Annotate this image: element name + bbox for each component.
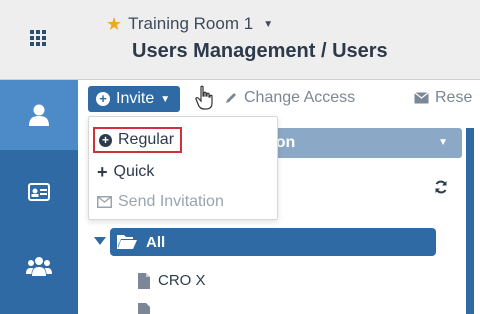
reset-button[interactable]: Rese bbox=[414, 89, 472, 107]
tree-root-all[interactable]: All bbox=[110, 228, 436, 256]
refresh-icon[interactable] bbox=[434, 180, 448, 194]
expand-caret-icon[interactable] bbox=[94, 237, 106, 245]
id-card-icon bbox=[28, 183, 50, 201]
invite-button[interactable]: + Invite ▼ bbox=[88, 86, 181, 112]
rail-item-id-card[interactable] bbox=[0, 162, 78, 222]
folder-open-icon bbox=[117, 235, 137, 249]
invite-label: Invite bbox=[116, 90, 155, 107]
plus-icon: + bbox=[97, 162, 108, 182]
app-launcher-area bbox=[0, 0, 78, 80]
app-grid-icon[interactable] bbox=[30, 30, 46, 46]
tree-root-label: All bbox=[146, 234, 166, 251]
invite-dropdown-menu: + Regular + Quick Send Invitation bbox=[88, 116, 278, 220]
menu-item-send-invitation[interactable]: Send Invitation bbox=[97, 193, 224, 211]
panel-border bbox=[466, 128, 474, 314]
envelope-icon bbox=[414, 92, 429, 104]
caret-down-icon: ▼ bbox=[160, 93, 171, 105]
rail-item-users[interactable] bbox=[0, 80, 78, 150]
users-group-icon bbox=[26, 257, 52, 276]
plus-circle-icon: + bbox=[96, 92, 110, 106]
tree-item-label: CRO X bbox=[158, 272, 206, 289]
reset-label: Rese bbox=[435, 89, 473, 106]
pencil-icon bbox=[226, 93, 236, 103]
file-icon bbox=[138, 303, 150, 314]
caret-down-icon: ▼ bbox=[263, 18, 274, 30]
page-header: ★ Training Room 1 ▼ Users Management / U… bbox=[78, 0, 480, 80]
menu-item-label: Send Invitation bbox=[118, 193, 224, 210]
tree-item[interactable]: CRO X bbox=[138, 272, 206, 289]
tree-item-partial[interactable] bbox=[138, 302, 150, 314]
hand-cursor-icon bbox=[195, 85, 213, 110]
star-icon: ★ bbox=[106, 14, 123, 34]
file-icon bbox=[138, 272, 150, 289]
menu-item-label: Regular bbox=[118, 131, 175, 148]
user-icon bbox=[0, 85, 78, 145]
page-title: Users Management / Users bbox=[132, 40, 388, 62]
change-access-button[interactable]: Change Access bbox=[224, 89, 355, 107]
menu-item-label: Quick bbox=[113, 163, 155, 180]
rail-item-groups[interactable] bbox=[0, 236, 78, 296]
menu-item-regular[interactable]: + Regular bbox=[93, 127, 183, 153]
caret-down-icon: ▼ bbox=[438, 137, 448, 148]
change-access-label: Change Access bbox=[244, 89, 356, 106]
envelope-icon bbox=[97, 196, 112, 208]
plus-circle-icon: + bbox=[99, 133, 112, 147]
room-selector[interactable]: ★ Training Room 1 ▼ bbox=[106, 14, 273, 34]
menu-item-quick[interactable]: + Quick bbox=[97, 163, 154, 181]
toolbar: + Invite ▼ Change Access Rese bbox=[78, 80, 480, 114]
room-name: Training Room 1 bbox=[128, 14, 254, 33]
